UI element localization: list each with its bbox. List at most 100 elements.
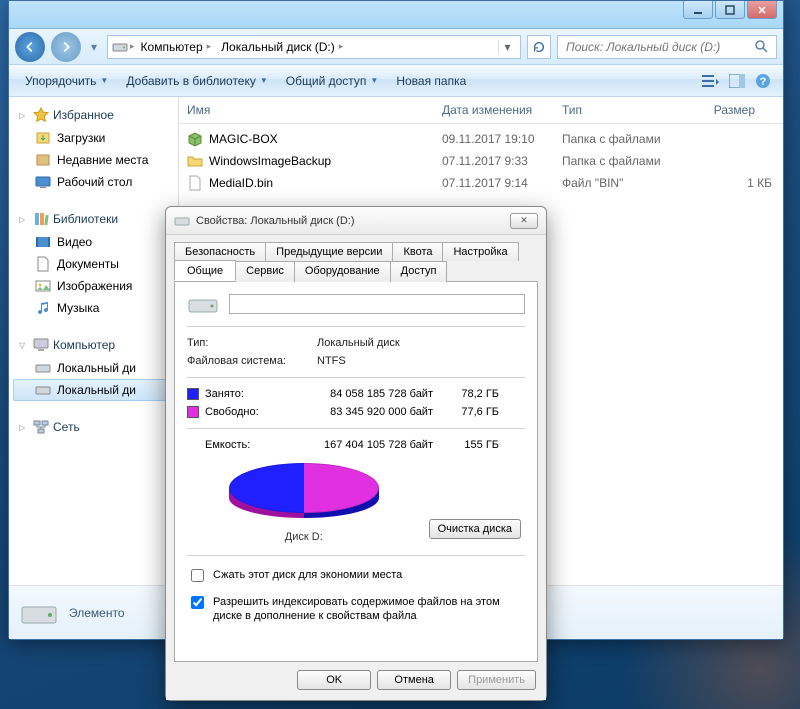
music-icon [35, 300, 51, 316]
list-item[interactable]: MediaID.bin 07.11.2017 9:14 Файл "BIN" 1… [179, 172, 783, 194]
type-value: Локальный диск [317, 337, 400, 349]
properties-dialog: Свойства: Локальный диск (D:) ✕ Безопасн… [165, 206, 547, 701]
tab-security[interactable]: Безопасность [174, 242, 266, 261]
chevron-right-icon: ▸ [128, 41, 137, 52]
sidebar-head-favorites[interactable]: ▷ Избранное [13, 103, 174, 127]
organize-button[interactable]: Упорядочить▼ [17, 70, 116, 92]
drive-name-input[interactable] [229, 294, 525, 314]
close-button[interactable] [747, 1, 777, 19]
sidebar-item-music[interactable]: Музыка [13, 297, 174, 319]
back-button[interactable] [15, 32, 45, 62]
new-folder-button[interactable]: Новая папка [388, 70, 474, 92]
tab-quota[interactable]: Квота [392, 242, 443, 261]
free-swatch [187, 406, 199, 418]
sidebar-item-images[interactable]: Изображения [13, 275, 174, 297]
drive-icon [187, 292, 219, 316]
used-swatch [187, 388, 199, 400]
expand-icon: ▷ [19, 111, 29, 120]
dialog-close-button[interactable]: ✕ [510, 213, 538, 229]
disk-usage-pie [229, 463, 379, 525]
drive-icon [35, 360, 51, 376]
capacity-gb: 155 ГБ [439, 439, 499, 451]
sidebar-item-disk-c[interactable]: Локальный ди [13, 357, 174, 379]
images-icon [35, 278, 51, 294]
tab-sharing[interactable]: Доступ [390, 261, 448, 282]
sidebar-item-docs[interactable]: Документы [13, 253, 174, 275]
details-label: Элементо [69, 606, 125, 620]
refresh-button[interactable] [527, 35, 551, 59]
collapse-icon: ▽ [19, 341, 29, 350]
help-button[interactable]: ? [751, 69, 775, 93]
filesystem-label: Файловая система: [187, 355, 317, 367]
breadcrumb-dropdown[interactable]: ▾ [498, 40, 516, 54]
disk-cleanup-button[interactable]: Очистка диска [429, 519, 521, 539]
breadcrumb-drive-d[interactable]: Локальный диск (D:)▸ [217, 40, 349, 54]
search-icon [754, 39, 770, 55]
used-gb: 78,2 ГБ [439, 388, 499, 400]
add-to-library-button[interactable]: Добавить в библиотеку▼ [118, 70, 275, 92]
minimize-button[interactable] [683, 1, 713, 19]
svg-text:?: ? [760, 76, 767, 88]
dialog-titlebar: Свойства: Локальный диск (D:) ✕ [166, 207, 546, 235]
tab-previous[interactable]: Предыдущие версии [265, 242, 393, 261]
tab-tools[interactable]: Сервис [235, 261, 295, 282]
breadcrumb[interactable]: ▸ Компьютер▸ Локальный диск (D:)▸ ▾ [107, 35, 521, 59]
drive-icon [19, 593, 59, 633]
nav-row: ▾ ▸ Компьютер▸ Локальный диск (D:)▸ ▾ [9, 29, 783, 65]
search-box[interactable] [557, 35, 777, 59]
drive-icon [35, 382, 51, 398]
compress-label: Сжать этот диск для экономии места [213, 568, 402, 582]
downloads-icon [35, 130, 51, 146]
sidebar-item-desktop[interactable]: Рабочий стол [13, 171, 174, 193]
sidebar-label: Избранное [53, 108, 114, 122]
ok-button[interactable]: OK [297, 670, 371, 690]
sidebar-item-downloads[interactable]: Загрузки [13, 127, 174, 149]
drive-icon [174, 213, 190, 229]
share-button[interactable]: Общий доступ▼ [278, 70, 387, 92]
sidebar-item-recent[interactable]: Недавние места [13, 149, 174, 171]
libraries-icon [33, 211, 49, 227]
list-item[interactable]: WindowsImageBackup 07.11.2017 9:33 Папка… [179, 150, 783, 172]
dialog-buttons: OK Отмена Применить [166, 662, 546, 700]
box-icon [187, 131, 203, 147]
sidebar-head-computer[interactable]: ▽ Компьютер [13, 333, 174, 357]
sidebar-network: ▷ Сеть [13, 415, 174, 439]
used-bytes: 84 058 185 728 байт [283, 388, 433, 400]
dialog-title: Свойства: Локальный диск (D:) [196, 215, 355, 227]
tab-general[interactable]: Общие [174, 260, 236, 281]
col-name[interactable]: Имя [179, 97, 434, 123]
sidebar-head-network[interactable]: ▷ Сеть [13, 415, 174, 439]
view-options-button[interactable] [699, 69, 723, 93]
apply-button[interactable]: Применить [457, 670, 536, 690]
free-gb: 77,6 ГБ [439, 406, 499, 418]
search-input[interactable] [564, 39, 750, 55]
col-size[interactable]: Размер [694, 97, 764, 123]
list-item[interactable]: MAGIC-BOX 09.11.2017 19:10 Папка с файла… [179, 128, 783, 150]
computer-icon [33, 337, 49, 353]
col-type[interactable]: Тип [554, 97, 694, 123]
sidebar-libraries: ▷ Библиотеки Видео Документы Изображения… [13, 207, 174, 319]
maximize-button[interactable] [715, 1, 745, 19]
compress-checkbox[interactable] [191, 569, 204, 582]
file-list: MAGIC-BOX 09.11.2017 19:10 Папка с файла… [179, 124, 783, 198]
capacity-label: Емкость: [205, 439, 277, 451]
index-checkbox[interactable] [191, 596, 204, 609]
index-label: Разрешить индексировать содержимое файло… [213, 595, 525, 624]
sidebar-head-libraries[interactable]: ▷ Библиотеки [13, 207, 174, 231]
breadcrumb-computer[interactable]: Компьютер▸ [137, 40, 218, 54]
tab-panel-general: Тип:Локальный диск Файловая система:NTFS… [174, 281, 538, 662]
preview-pane-button[interactable] [725, 69, 749, 93]
forward-button[interactable] [51, 32, 81, 62]
file-icon [187, 175, 203, 191]
tab-customize[interactable]: Настройка [442, 242, 518, 261]
sidebar-item-disk-d[interactable]: Локальный ди [13, 379, 174, 401]
cancel-button[interactable]: Отмена [377, 670, 451, 690]
star-icon [33, 107, 49, 123]
video-icon [35, 234, 51, 250]
sidebar-item-video[interactable]: Видео [13, 231, 174, 253]
nav-history-dropdown[interactable]: ▾ [87, 40, 101, 54]
titlebar [9, 1, 783, 29]
network-icon [33, 419, 49, 435]
col-date[interactable]: Дата изменения [434, 97, 554, 123]
tab-hardware[interactable]: Оборудование [294, 261, 391, 282]
